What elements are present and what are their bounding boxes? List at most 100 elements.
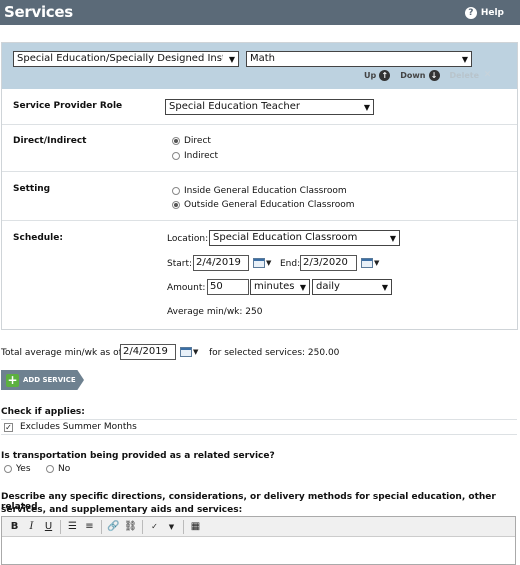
direct-label: Direct: [184, 136, 211, 146]
radio-unselected: [172, 152, 180, 160]
divider: [1, 419, 517, 420]
frequency-value: daily: [316, 281, 340, 292]
bullet-list-icon[interactable]: ☰: [64, 519, 81, 535]
chevron-down-icon: ▼: [381, 283, 388, 292]
transport-yes-radio[interactable]: Yes: [4, 464, 31, 474]
yes-label: Yes: [16, 464, 31, 474]
outside-classroom-label: Outside General Education Classroom: [184, 200, 355, 210]
directions-label-line2: services, and supplementary aids and ser…: [1, 505, 243, 515]
start-label: Start:: [167, 259, 193, 269]
service-panel: Special Education/Specially Designed Ins…: [1, 42, 518, 330]
chevron-down-icon: ▼: [389, 234, 396, 243]
italic-icon[interactable]: I: [23, 519, 40, 535]
order-controls: Up ↑ Down ↓ Delete ✕: [354, 70, 493, 81]
total-suffix: for selected services: 250.00: [209, 348, 340, 358]
end-label: End:: [280, 259, 301, 269]
add-plus-icon: +: [6, 372, 19, 387]
help-label: Help: [480, 8, 504, 18]
service-category-select[interactable]: Special Education/Specially Designed Ins…: [13, 51, 239, 67]
link-icon[interactable]: 🔗: [105, 519, 122, 535]
underline-icon[interactable]: U: [40, 519, 57, 535]
average-min-wk: Average min/wk: 250: [167, 307, 263, 317]
calendar-icon: [253, 258, 265, 268]
indirect-radio[interactable]: Indirect: [172, 151, 218, 161]
delete-x-icon: ✕: [483, 70, 492, 80]
subject-select[interactable]: Math ▼: [246, 51, 472, 67]
provider-role-select[interactable]: Special Education Teacher ▼: [165, 99, 374, 115]
unlink-icon[interactable]: ⛓: [122, 519, 139, 535]
toolbar-separator: [101, 519, 102, 534]
location-label: Location:: [167, 234, 209, 244]
toolbar-separator: [60, 519, 61, 534]
chevron-down-icon: ▼: [193, 348, 199, 356]
radio-selected: [172, 201, 180, 209]
toolbar-separator: [183, 519, 184, 534]
provider-role-value: Special Education Teacher: [169, 101, 300, 112]
provider-role-row: Service Provider Role Special Education …: [2, 89, 517, 124]
help-link[interactable]: ? Help: [464, 7, 504, 19]
excludes-summer-label: Excludes Summer Months: [20, 422, 137, 432]
end-date-input[interactable]: 2/3/2020: [300, 255, 357, 271]
amount-unit-select[interactable]: minutes ▼: [250, 279, 310, 295]
direct-indirect-row: Direct/Indirect Direct Indirect: [2, 124, 517, 171]
help-icon: ?: [464, 7, 477, 19]
location-select[interactable]: Special Education Classroom ▼: [209, 230, 400, 246]
start-calendar-button[interactable]: ▼: [253, 257, 273, 269]
numbered-list-icon[interactable]: ≡: [81, 519, 98, 535]
calendar-icon: [180, 347, 192, 357]
radio-unselected: [172, 187, 180, 195]
no-label: No: [58, 464, 71, 474]
total-label: Total average min/wk as of: [1, 348, 122, 358]
toolbar-separator: [142, 519, 143, 534]
divider: [1, 434, 517, 435]
checkbox-checked: ✓: [4, 422, 13, 432]
applies-heading: Check if applies:: [1, 407, 85, 417]
start-date-input[interactable]: 2/4/2019: [193, 255, 249, 271]
direct-indirect-label: Direct/Indirect: [13, 136, 87, 146]
chevron-down-icon: ▼: [461, 55, 468, 64]
setting-label: Setting: [13, 184, 51, 194]
calendar-icon: [361, 258, 373, 268]
chevron-down-icon: ▼: [266, 259, 272, 267]
add-service-button[interactable]: + ADD SERVICE: [1, 370, 84, 390]
direct-radio[interactable]: Direct: [172, 136, 211, 146]
delete-button[interactable]: Delete ✕: [450, 70, 493, 81]
inside-classroom-label: Inside General Education Classroom: [184, 186, 347, 196]
schedule-label: Schedule:: [13, 233, 63, 243]
chevron-down-icon[interactable]: ▼: [163, 519, 180, 535]
excludes-summer-checkbox[interactable]: ✓ Excludes Summer Months: [4, 422, 137, 432]
directions-editor[interactable]: B I U ☰ ≡ 🔗 ⛓ ✓ ▼ ▦: [1, 516, 516, 565]
amount-input[interactable]: 50: [207, 279, 249, 295]
outside-classroom-radio[interactable]: Outside General Education Classroom: [172, 200, 355, 210]
total-calendar-button[interactable]: ▼: [180, 346, 200, 358]
chevron-down-icon: ▼: [363, 103, 370, 112]
transportation-question: Is transportation being provided as a re…: [1, 451, 275, 461]
services-header: Services ? Help: [0, 0, 520, 25]
subject-value: Math: [250, 53, 276, 64]
indirect-label: Indirect: [184, 151, 219, 161]
total-date-input[interactable]: 2/4/2019: [120, 344, 176, 360]
move-down-button[interactable]: Down ↓: [400, 70, 440, 81]
chevron-down-icon: ▼: [228, 55, 235, 64]
chevron-down-icon: ▼: [374, 259, 380, 267]
service-topbar: Special Education/Specially Designed Ins…: [2, 43, 517, 89]
bold-icon[interactable]: B: [6, 519, 23, 535]
delete-label: Delete: [449, 71, 479, 80]
down-label: Down: [400, 71, 426, 80]
frequency-select[interactable]: daily ▼: [312, 279, 392, 295]
editor-toolbar: B I U ☰ ≡ 🔗 ⛓ ✓ ▼ ▦: [2, 517, 515, 537]
transport-no-radio[interactable]: No: [46, 464, 70, 474]
end-calendar-button[interactable]: ▼: [361, 257, 381, 269]
insert-table-icon[interactable]: ▦: [187, 519, 204, 535]
radio-selected: [172, 137, 180, 145]
spellcheck-icon[interactable]: ✓: [146, 519, 163, 535]
move-up-button[interactable]: Up ↑: [364, 70, 391, 81]
location-value: Special Education Classroom: [213, 232, 358, 243]
up-arrow-icon: ↑: [379, 70, 391, 81]
down-arrow-icon: ↓: [428, 70, 440, 81]
inside-classroom-radio[interactable]: Inside General Education Classroom: [172, 186, 347, 196]
chevron-down-icon: ▼: [299, 283, 306, 292]
schedule-row: Schedule: Location: Special Education Cl…: [2, 220, 517, 330]
provider-role-label: Service Provider Role: [13, 101, 123, 111]
radio-unselected: [46, 465, 54, 473]
